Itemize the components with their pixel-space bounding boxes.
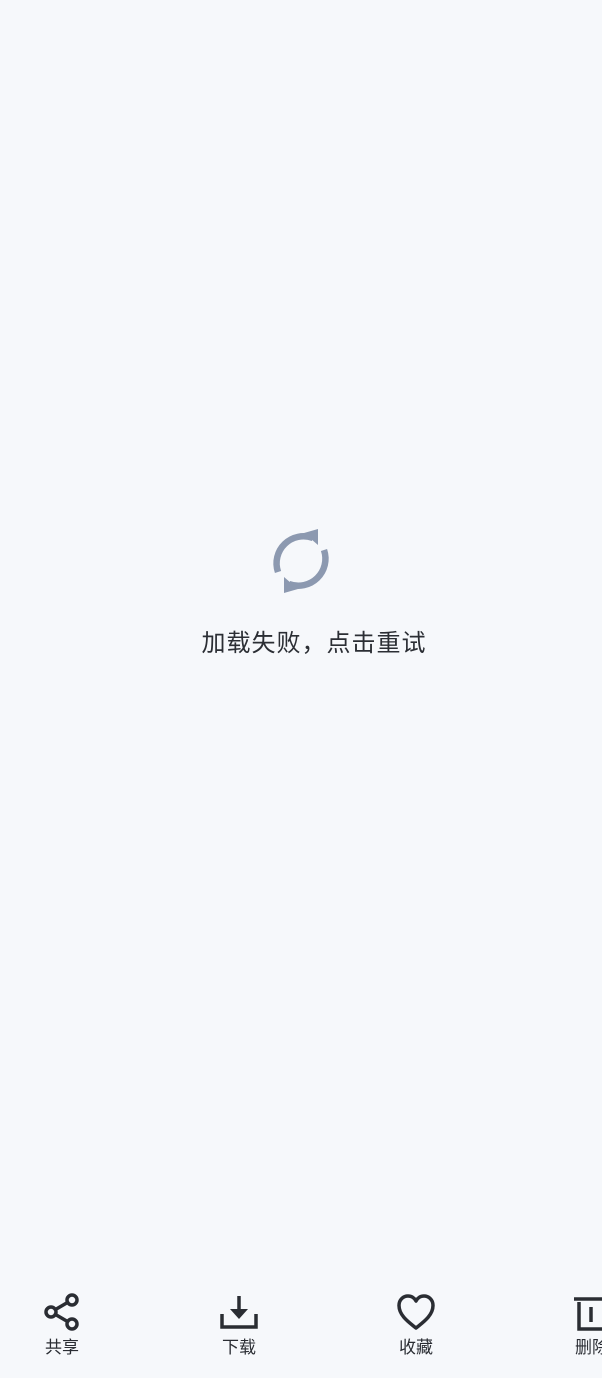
share-icon bbox=[44, 1293, 79, 1331]
download-label: 下载 bbox=[222, 1338, 256, 1358]
bottom-toolbar: 共享 下载 收藏 删除 bbox=[0, 1280, 602, 1378]
trash-icon bbox=[574, 1297, 602, 1331]
favorite-button[interactable]: 收藏 bbox=[366, 1292, 466, 1358]
favorite-label: 收藏 bbox=[399, 1338, 433, 1358]
load-failed-retry-text[interactable]: 加载失败，点击重试 bbox=[176, 628, 427, 658]
delete-button[interactable]: 删除 bbox=[540, 1292, 602, 1358]
download-icon bbox=[220, 1296, 258, 1329]
download-button[interactable]: 下载 bbox=[189, 1292, 289, 1358]
delete-label: 删除 bbox=[575, 1338, 602, 1358]
refresh-icon[interactable] bbox=[268, 528, 334, 594]
share-label: 共享 bbox=[45, 1338, 79, 1358]
image-viewer-screen: 加载失败，点击重试 共享 下载 收藏 删除 bbox=[0, 0, 602, 1378]
heart-icon bbox=[397, 1294, 435, 1330]
share-button[interactable]: 共享 bbox=[12, 1292, 112, 1358]
load-error-block[interactable]: 加载失败，点击重试 bbox=[0, 528, 602, 658]
